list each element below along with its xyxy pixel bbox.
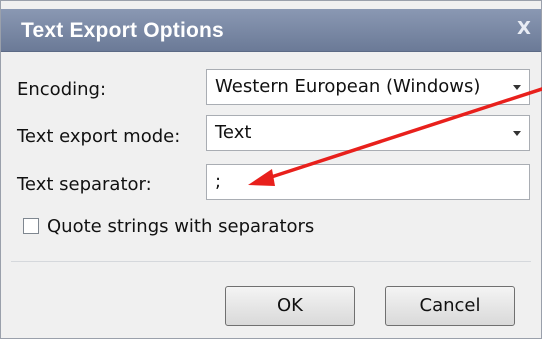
dialog-title-bar[interactable]: Text Export Options X [1, 9, 541, 52]
text-export-options-dialog: Text Export Options X Encoding: Western … [0, 0, 542, 339]
close-button[interactable]: X [513, 18, 535, 40]
chevron-down-icon [513, 85, 521, 90]
quote-strings-checkbox[interactable] [23, 218, 39, 234]
encoding-label: Encoding: [17, 79, 107, 100]
encoding-value: Western European (Windows) [215, 76, 481, 97]
chevron-down-icon [513, 131, 521, 136]
text-separator-input[interactable]: ; [206, 164, 530, 200]
text-separator-value: ; [215, 171, 222, 192]
cancel-button[interactable]: Cancel [385, 286, 515, 326]
quote-strings-label[interactable]: Quote strings with separators [47, 216, 314, 237]
divider [11, 261, 531, 262]
text-export-mode-dropdown[interactable]: Text [206, 115, 530, 151]
encoding-dropdown[interactable]: Western European (Windows) [206, 69, 530, 105]
text-separator-label: Text separator: [17, 174, 152, 195]
dialog-title: Text Export Options [21, 19, 224, 42]
text-export-mode-value: Text [215, 122, 252, 143]
text-export-mode-label: Text export mode: [17, 126, 181, 147]
ok-button[interactable]: OK [225, 286, 355, 326]
